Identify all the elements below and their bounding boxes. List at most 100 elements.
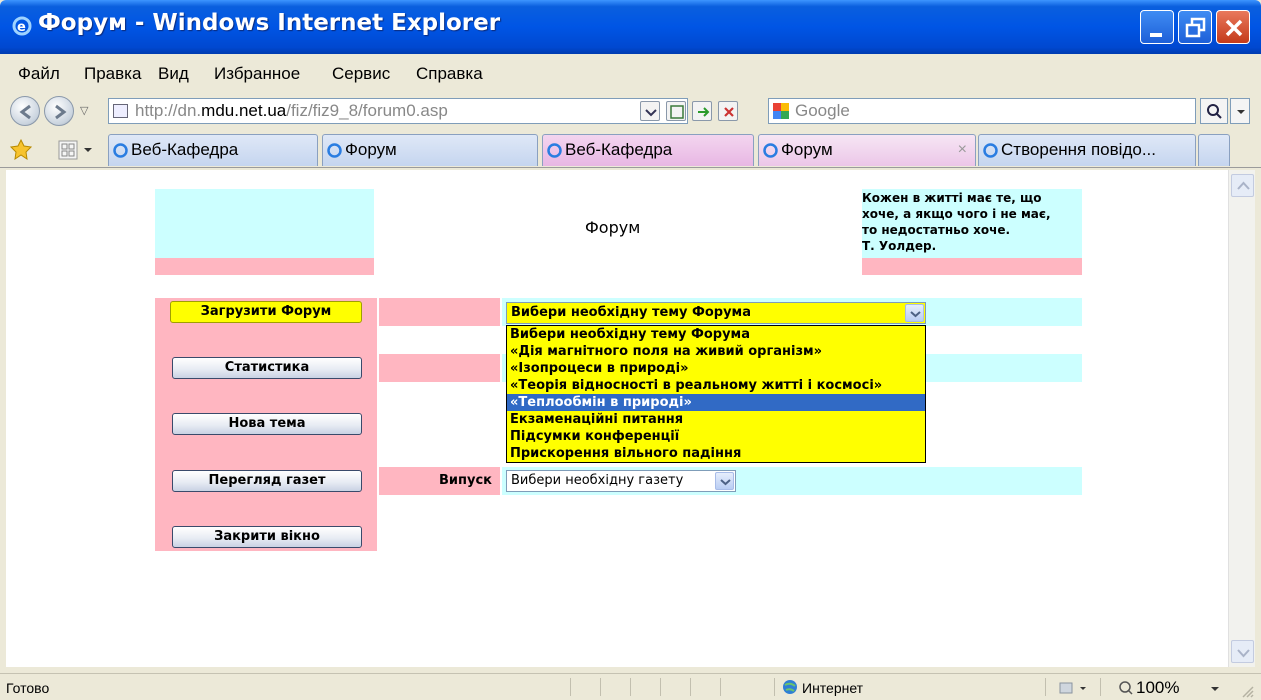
status-separator	[660, 678, 661, 696]
ie-logo-icon: e	[12, 16, 32, 36]
load-forum-button[interactable]: Загрузити Форум	[170, 301, 362, 323]
header-left-cell	[155, 189, 374, 258]
protected-mode-icon[interactable]	[1058, 680, 1088, 696]
back-arrow-icon	[19, 104, 31, 120]
status-bar: Готово Интернет 100%	[0, 673, 1261, 700]
quick-tabs-icon[interactable]	[58, 140, 98, 160]
favorites-star-icon[interactable]	[10, 138, 32, 160]
search-icon	[1207, 104, 1222, 119]
tab-web-kafedra-2[interactable]: Веб-Кафедра	[542, 134, 754, 166]
row2-middle-cell	[379, 354, 500, 382]
stop-button[interactable]	[718, 101, 738, 121]
tab-label: Форум	[345, 140, 397, 159]
topic-select-value: Вибери необхідну тему Форума	[511, 305, 751, 320]
status-separator	[1045, 678, 1046, 696]
ie-page-icon	[327, 143, 342, 158]
search-options-button[interactable]	[1230, 98, 1250, 124]
status-separator	[720, 678, 721, 696]
menu-help[interactable]: Справка	[416, 64, 483, 84]
svg-text:e: e	[17, 20, 26, 35]
quote-text: Кожен в житті має те, що хоче, а якщо чо…	[862, 191, 1051, 253]
url-host: mdu.net.ua	[201, 101, 287, 120]
tab-forum-1[interactable]: Форум	[322, 134, 538, 166]
new-topic-button[interactable]: Нова тема	[172, 413, 362, 435]
chevron-down-icon	[1237, 110, 1245, 114]
chevron-down-icon[interactable]	[905, 304, 924, 322]
address-dropdown-button[interactable]	[640, 101, 660, 121]
statistics-button[interactable]: Статистика	[172, 357, 362, 379]
minimize-button[interactable]	[1140, 10, 1174, 44]
tab-label: Веб-Кафедра	[565, 140, 673, 159]
menu-edit[interactable]: Правка	[84, 64, 141, 84]
topic-option-highlighted[interactable]: «Теплообмін в природі»	[507, 394, 925, 411]
address-bar: ▽ http://dn.mdu.net.ua/fiz/fiz9_8/forum0…	[0, 92, 1261, 132]
chevron-down-icon	[645, 109, 657, 117]
status-separator	[774, 678, 775, 696]
close-window-button[interactable]: Закрити вікно	[172, 526, 362, 548]
tab-label: Створення повідо...	[1001, 140, 1156, 159]
chevron-up-icon	[1237, 181, 1250, 190]
forward-button[interactable]	[44, 96, 74, 126]
topic-option[interactable]: Прискорення вільного падіння	[507, 445, 925, 462]
topic-dropdown-list: Вибери необхідну тему Форума «Дія магніт…	[506, 325, 926, 463]
zoom-icon	[1119, 681, 1133, 695]
page-title: Форум	[585, 218, 641, 237]
address-input[interactable]: http://dn.mdu.net.ua/fiz/fiz9_8/forum0.a…	[108, 98, 688, 124]
topic-select[interactable]: Вибери необхідну тему Форума	[506, 302, 926, 324]
back-button[interactable]	[10, 96, 40, 126]
search-placeholder: Google	[795, 101, 850, 120]
page-icon	[113, 104, 128, 118]
close-icon	[1225, 19, 1243, 37]
newspaper-select-value: Вибери необхідну газету	[511, 473, 684, 488]
stop-icon	[724, 107, 734, 117]
close-button[interactable]	[1216, 10, 1250, 44]
tab-web-kafedra-1[interactable]: Веб-Кафедра	[108, 134, 318, 166]
row1-middle-cell	[379, 298, 500, 326]
tab-label: Форум	[781, 140, 833, 159]
google-icon	[773, 103, 789, 119]
url-path: /fiz/fiz9_8/forum0.asp	[286, 101, 448, 120]
topic-option[interactable]: Вибери необхідну тему Форума	[507, 326, 925, 343]
compatibility-icon	[670, 105, 684, 119]
menu-favorites[interactable]: Избранное	[214, 64, 300, 84]
forward-arrow-icon	[55, 104, 67, 120]
refresh-button[interactable]	[692, 101, 712, 121]
header-left-strip	[155, 258, 374, 275]
compatibility-button[interactable]	[666, 101, 686, 121]
topic-option[interactable]: «Ізопроцеси в природі»	[507, 360, 925, 377]
menu-bar: Файл Правка Вид Избранное Сервис Справка	[0, 54, 1261, 92]
history-dropdown-icon[interactable]: ▽	[80, 104, 88, 117]
window-title: Форум - Windows Internet Explorer	[38, 10, 501, 36]
zoom-level[interactable]: 100%	[1136, 678, 1179, 698]
new-tab-button[interactable]	[1198, 134, 1230, 166]
tab-forum-active[interactable]: Форум ×	[758, 134, 976, 166]
search-button[interactable]	[1200, 98, 1228, 124]
restore-icon	[1185, 17, 1206, 38]
status-separator	[570, 678, 571, 696]
title-bar: e Форум - Windows Internet Explorer	[0, 0, 1261, 54]
scroll-down-button[interactable]	[1231, 640, 1254, 663]
menu-view[interactable]: Вид	[158, 64, 189, 84]
topic-option[interactable]: «Дія магнітного поля на живий організм»	[507, 343, 925, 360]
resize-grip-icon[interactable]	[1240, 684, 1254, 698]
ie-page-icon	[763, 143, 778, 158]
chevron-down-icon[interactable]	[1210, 686, 1220, 692]
topic-option[interactable]: Екзаменаційні питання	[507, 411, 925, 428]
scroll-up-button[interactable]	[1231, 174, 1254, 197]
tab-close-icon[interactable]: ×	[958, 135, 967, 165]
topic-option[interactable]: Підсумки конференції	[507, 428, 925, 445]
chevron-down-icon	[1237, 649, 1250, 658]
menu-tools[interactable]: Сервис	[332, 64, 390, 84]
view-newspapers-button[interactable]: Перегляд газет	[172, 470, 362, 492]
newspaper-select[interactable]: Вибери необхідну газету	[506, 470, 736, 492]
security-zone-label: Интернет	[802, 680, 864, 696]
topic-option[interactable]: «Теорія відносності в реальному житті і …	[507, 377, 925, 394]
chevron-down-icon[interactable]	[715, 472, 734, 490]
restore-button[interactable]	[1178, 10, 1212, 44]
search-input[interactable]: Google	[768, 98, 1196, 124]
tab-create-message[interactable]: Створення повідо...	[978, 134, 1196, 166]
ie-page-icon	[547, 143, 562, 158]
ie-page-icon	[983, 143, 998, 158]
menu-file[interactable]: Файл	[18, 64, 60, 84]
vertical-scrollbar[interactable]	[1228, 170, 1255, 667]
